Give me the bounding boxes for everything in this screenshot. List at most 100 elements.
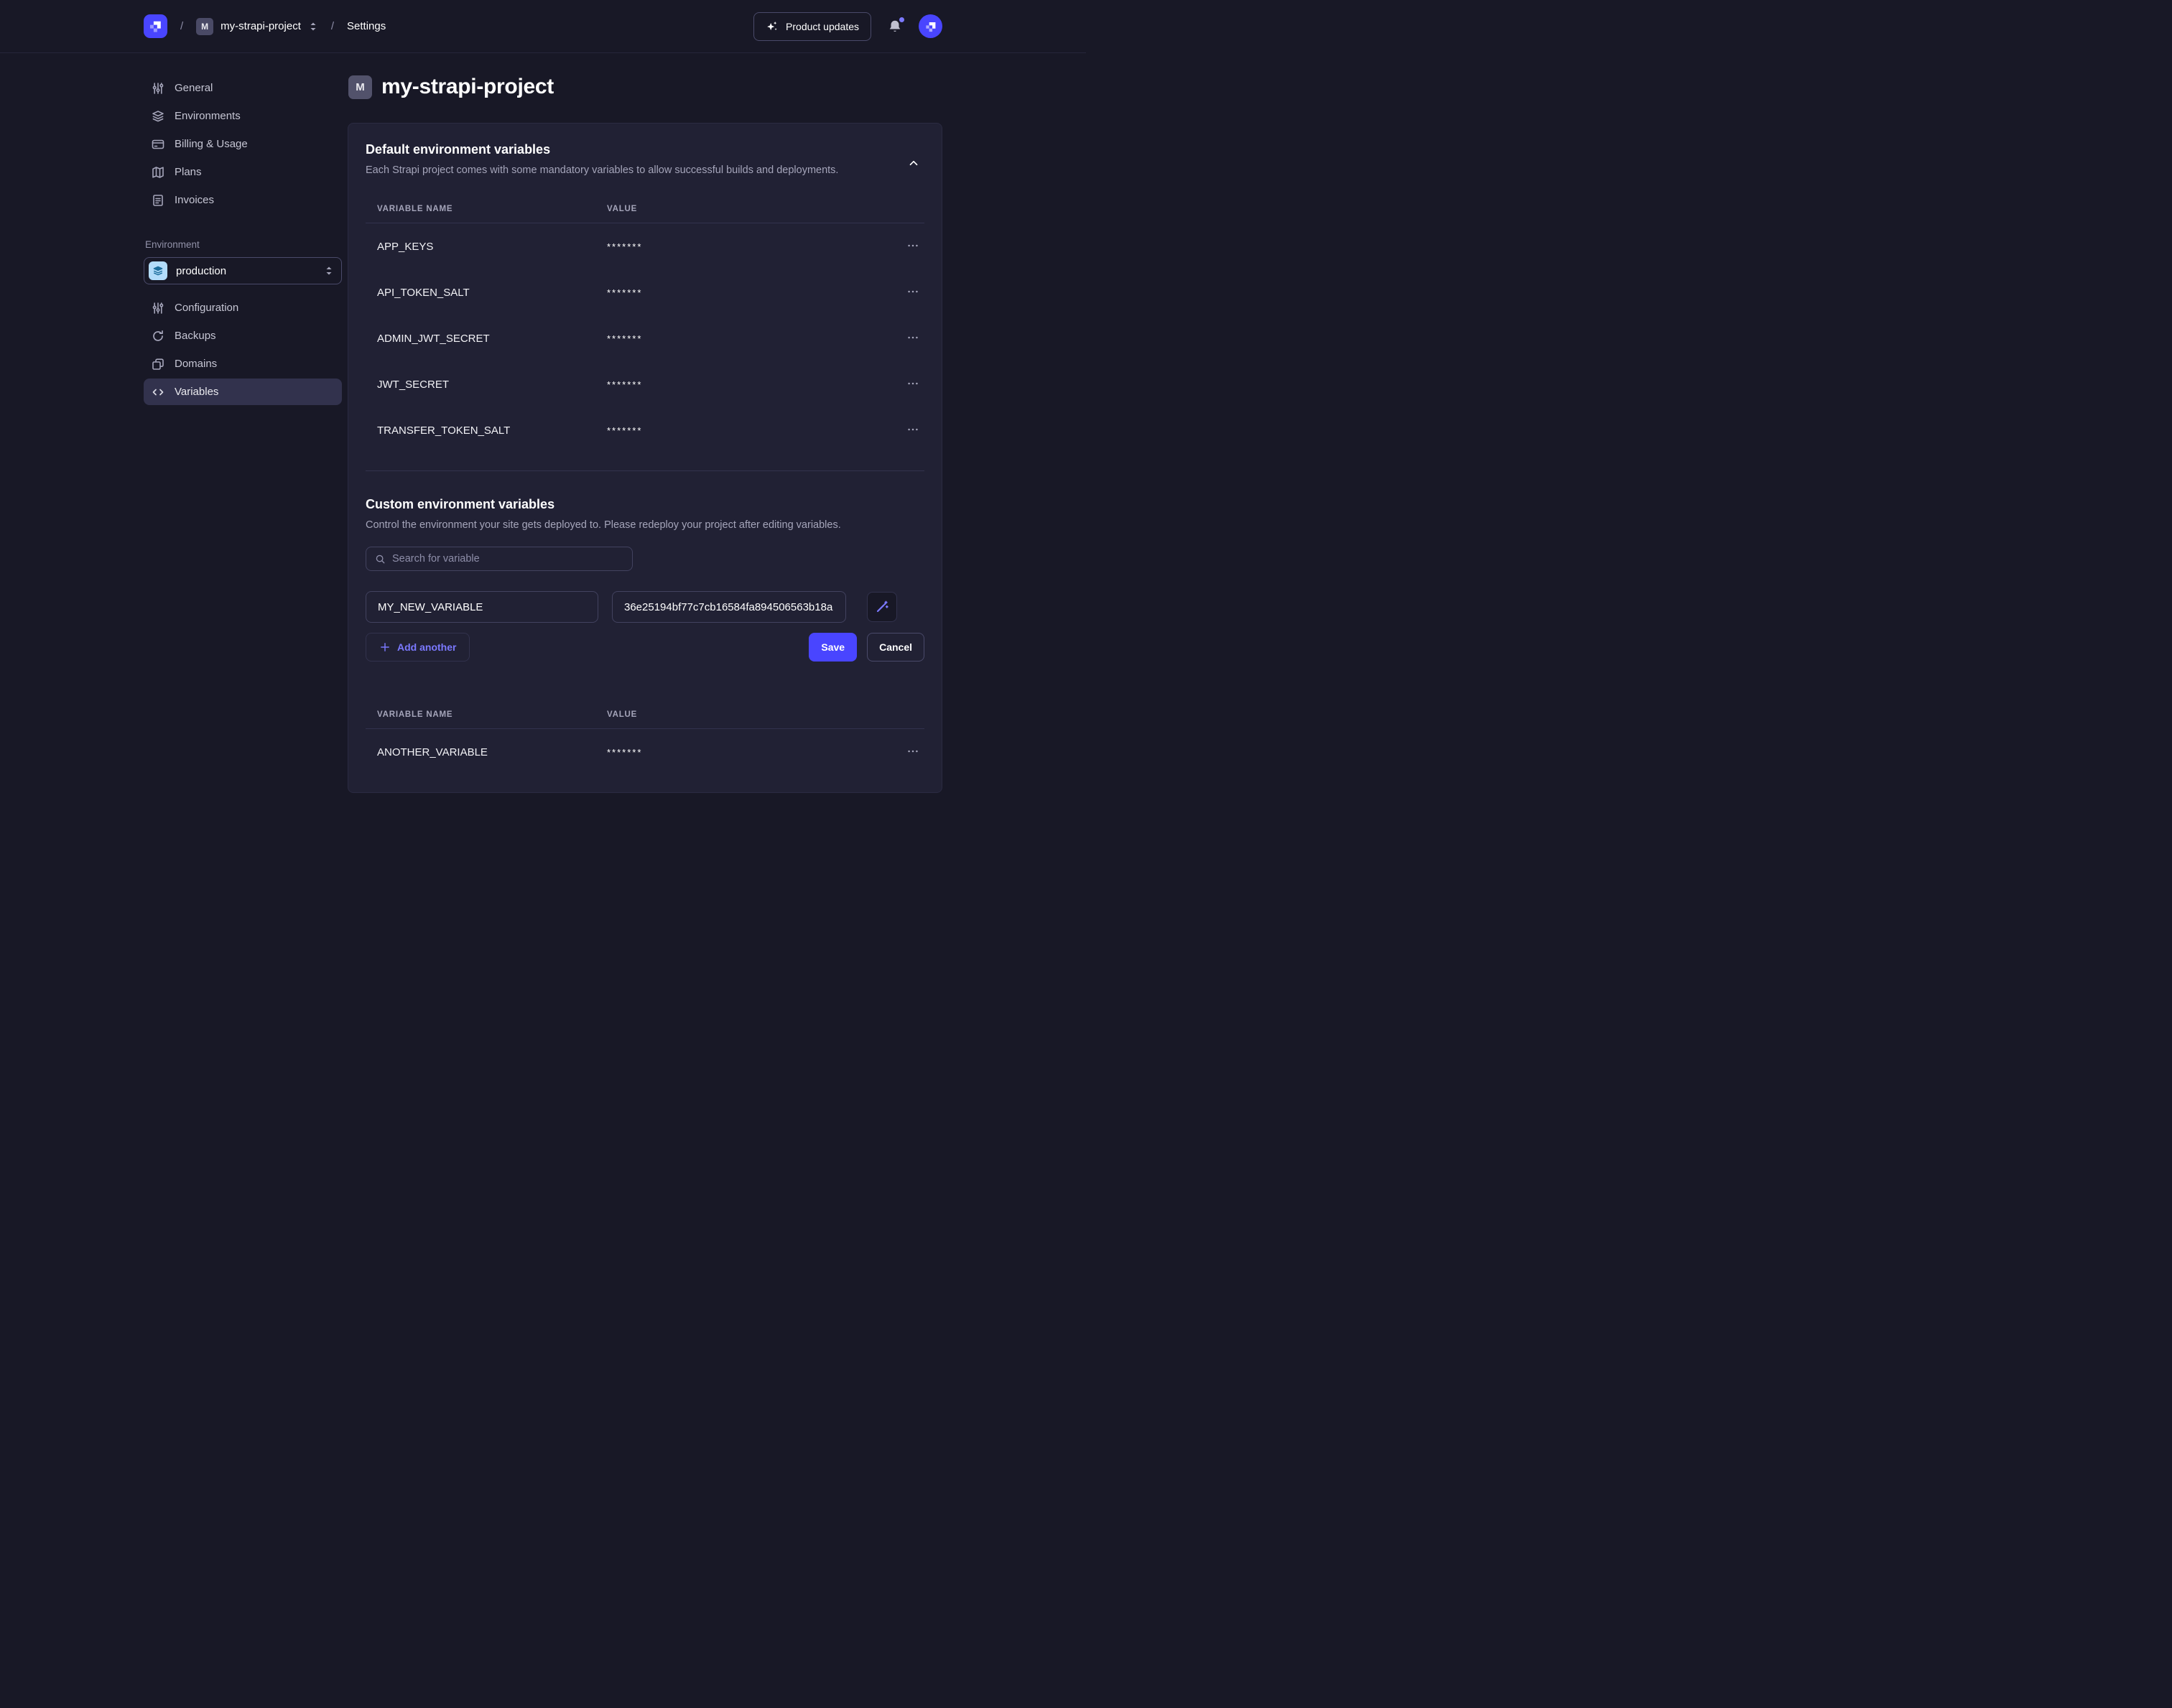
custom-variables-description: Control the environment your site gets d… <box>366 519 924 531</box>
custom-variables-table: VARIABLE NAME VALUE ANOTHER_VARIABLE ***… <box>366 700 924 775</box>
variable-value: ******* <box>607 333 896 344</box>
receipt-icon <box>151 193 165 208</box>
row-actions-button[interactable] <box>901 327 924 350</box>
sidebar-item-label: Domains <box>175 358 217 370</box>
ellipsis-icon <box>906 745 919 758</box>
table-row: ADMIN_JWT_SECRET ******* <box>366 315 924 361</box>
main-content: M my-strapi-project Default environment … <box>348 75 942 793</box>
sidebar-item-general[interactable]: General <box>144 75 342 101</box>
default-variables-section-head: Default environment variables Each Strap… <box>366 142 924 176</box>
custom-variables-title: Custom environment variables <box>366 497 924 512</box>
breadcrumb-project-name: my-strapi-project <box>221 20 301 32</box>
column-value: VALUE <box>607 205 896 213</box>
column-variable-name: VARIABLE NAME <box>366 205 607 213</box>
row-actions-button[interactable] <box>901 419 924 442</box>
sidebar-environment-nav: Configuration Backups Do <box>144 294 342 405</box>
sidebar-item-label: Plans <box>175 166 202 178</box>
new-variable-row <box>366 591 924 623</box>
row-actions-button[interactable] <box>901 235 924 258</box>
table-header: VARIABLE NAME VALUE <box>366 195 924 223</box>
variable-value: ******* <box>607 747 896 758</box>
sidebar-item-plans[interactable]: Plans <box>144 159 342 185</box>
row-actions-button[interactable] <box>901 281 924 304</box>
add-another-label: Add another <box>397 641 456 653</box>
sidebar-item-billing-usage[interactable]: Billing & Usage <box>144 131 342 157</box>
default-variables-table: VARIABLE NAME VALUE APP_KEYS ******* API… <box>366 195 924 453</box>
generate-value-button[interactable] <box>867 592 897 622</box>
ellipsis-icon <box>906 423 919 436</box>
default-variables-title: Default environment variables <box>366 142 924 157</box>
add-another-button[interactable]: Add another <box>366 633 470 662</box>
product-updates-button[interactable]: Product updates <box>753 12 871 41</box>
stacked-copies-icon <box>151 357 165 371</box>
chevron-up-icon <box>907 157 923 170</box>
environment-select[interactable]: production <box>144 257 342 284</box>
notification-dot <box>899 17 904 22</box>
custom-variables-section-head: Custom environment variables Control the… <box>366 497 924 531</box>
avatar[interactable] <box>919 14 942 38</box>
variable-name: JWT_SECRET <box>366 379 607 391</box>
avatar-strapi-icon <box>923 19 939 34</box>
sidebar-item-label: Invoices <box>175 194 214 206</box>
notifications-button[interactable] <box>887 17 906 36</box>
row-actions-button[interactable] <box>901 741 924 764</box>
collapse-section-button[interactable] <box>907 155 923 171</box>
table-row: JWT_SECRET ******* <box>366 361 924 407</box>
sidebar: General Environments <box>144 75 342 793</box>
sidebar-item-invoices[interactable]: Invoices <box>144 187 342 213</box>
variable-value: ******* <box>607 379 896 390</box>
page-title: my-strapi-project <box>381 75 554 99</box>
strapi-logo-icon <box>147 17 164 35</box>
up-down-carets-icon <box>308 21 318 32</box>
project-badge-large: M <box>348 75 372 99</box>
sliders-icon <box>151 81 165 96</box>
column-value: VALUE <box>607 710 896 719</box>
sidebar-item-label: General <box>175 82 213 94</box>
map-icon <box>151 165 165 180</box>
variable-value-input[interactable] <box>612 591 846 623</box>
environment-select-value: production <box>176 265 315 277</box>
magic-wand-icon <box>875 600 889 614</box>
save-button[interactable]: Save <box>809 633 857 662</box>
credit-card-icon <box>151 137 165 152</box>
section-divider <box>366 470 924 471</box>
breadcrumb-separator: / <box>180 20 183 32</box>
variable-name-input[interactable] <box>366 591 598 623</box>
breadcrumb-separator: / <box>331 20 334 32</box>
code-icon <box>151 385 165 399</box>
page-title-row: M my-strapi-project <box>348 75 942 99</box>
cancel-button[interactable]: Cancel <box>867 633 924 662</box>
sidebar-item-configuration[interactable]: Configuration <box>144 294 342 321</box>
ellipsis-icon <box>906 377 919 390</box>
sparkles-icon <box>766 20 779 33</box>
table-row: API_TOKEN_SALT ******* <box>366 269 924 315</box>
sidebar-item-variables[interactable]: Variables <box>144 379 342 405</box>
sidebar-item-label: Environments <box>175 110 241 122</box>
table-row: APP_KEYS ******* <box>366 223 924 269</box>
variable-name: ANOTHER_VARIABLE <box>366 746 607 758</box>
refresh-icon <box>151 329 165 343</box>
row-actions-button[interactable] <box>901 373 924 396</box>
up-down-carets-icon <box>324 264 334 277</box>
environment-section-label: Environment <box>145 239 342 250</box>
ellipsis-icon <box>906 285 919 298</box>
plus-icon <box>379 641 391 653</box>
search-input[interactable] <box>392 553 623 565</box>
form-actions-row: Add another Save Cancel <box>366 633 924 662</box>
variable-value: ******* <box>607 287 896 298</box>
sidebar-item-backups[interactable]: Backups <box>144 322 342 349</box>
variable-value: ******* <box>607 241 896 252</box>
breadcrumb-project-selector[interactable]: M my-strapi-project <box>196 18 318 35</box>
strapi-logo[interactable] <box>144 14 167 38</box>
table-row: ANOTHER_VARIABLE ******* <box>366 729 924 775</box>
sidebar-item-label: Backups <box>175 330 216 342</box>
variable-value: ******* <box>607 425 896 436</box>
ellipsis-icon <box>906 331 919 344</box>
product-updates-label: Product updates <box>786 21 859 32</box>
default-variables-description: Each Strapi project comes with some mand… <box>366 164 924 176</box>
variables-card: Default environment variables Each Strap… <box>348 123 942 793</box>
sidebar-item-environments[interactable]: Environments <box>144 103 342 129</box>
sidebar-item-label: Variables <box>175 386 218 398</box>
sidebar-item-label: Billing & Usage <box>175 138 248 150</box>
sidebar-item-domains[interactable]: Domains <box>144 351 342 377</box>
